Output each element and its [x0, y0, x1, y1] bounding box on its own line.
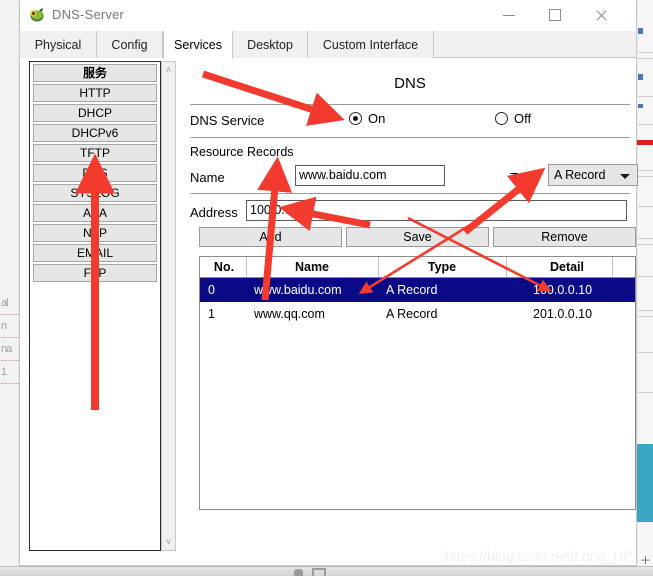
- tab-custom-interface[interactable]: Custom Interface: [308, 31, 434, 58]
- services-list-scrollbar[interactable]: ˄ ˅: [161, 61, 176, 551]
- add-button[interactable]: Add: [199, 227, 342, 247]
- minimize-icon: [503, 14, 515, 16]
- radio-on-label: On: [368, 111, 386, 126]
- sidebar-item-dhcp[interactable]: DHCP: [33, 104, 157, 122]
- scroll-down-icon[interactable]: ˅: [162, 535, 175, 549]
- sidebar-item-dns[interactable]: DNS: [33, 164, 157, 182]
- taskbar-dot-icon: [294, 569, 303, 576]
- sidebar-item-aaa[interactable]: AAA: [33, 204, 157, 222]
- page-title: DNS: [394, 75, 426, 92]
- sidebar-item-tftp[interactable]: TFTP: [33, 144, 157, 162]
- maximize-button[interactable]: [532, 0, 578, 30]
- dns-config-panel: DNS DNS Service On Off Resource Records …: [190, 61, 638, 510]
- tab-physical[interactable]: Physical: [20, 31, 97, 58]
- cell-type: A Record: [386, 307, 438, 321]
- close-icon: [595, 9, 608, 22]
- sidebar-item-syslog[interactable]: SYSLOG: [33, 184, 157, 202]
- resource-records-table[interactable]: No. Name Type Detail 0 www.baidu.com A R…: [199, 256, 636, 510]
- services-list-header: 服务: [33, 64, 157, 82]
- watermark: https://blog.csdn.net/Long_UP: [445, 548, 633, 564]
- cell-type: A Record: [386, 283, 438, 297]
- sidebar-item-email[interactable]: EMAIL: [33, 244, 157, 262]
- window-title: DNS-Server: [52, 7, 125, 22]
- packet-tracer-server-icon: [30, 8, 44, 22]
- tab-strip: Physical Config Services Desktop Custom …: [20, 31, 636, 59]
- chevron-down-icon: [620, 174, 630, 179]
- cell-no: 1: [208, 307, 215, 321]
- taskbar-square-icon: [312, 568, 326, 576]
- services-list: 服务 HTTP DHCP DHCPv6 TFTP DNS SYSLOG AAA …: [29, 61, 161, 551]
- column-header-no[interactable]: No.: [202, 257, 246, 277]
- scrollbar-thumb[interactable]: [162, 78, 175, 378]
- name-label: Name: [190, 170, 225, 185]
- minimize-button[interactable]: [486, 0, 532, 30]
- scroll-up-icon[interactable]: ˄: [162, 63, 175, 77]
- column-header-name[interactable]: Name: [246, 257, 378, 277]
- sidebar-item-http[interactable]: HTTP: [33, 84, 157, 102]
- sidebar-item-ntp[interactable]: NTP: [33, 224, 157, 242]
- maximize-icon: [549, 9, 561, 21]
- type-dropdown[interactable]: A Record: [548, 164, 638, 186]
- table-row[interactable]: 1 www.qq.com A Record 201.0.0.10: [200, 302, 635, 326]
- radio-on-icon[interactable]: [349, 112, 362, 125]
- dns-service-row: DNS Service On Off: [190, 105, 630, 137]
- radio-off-label: Off: [514, 111, 532, 126]
- background-taskbar: [0, 566, 653, 576]
- name-input[interactable]: www.baidu.com: [295, 165, 445, 186]
- address-row: Address 100.0.0.10: [190, 199, 630, 227]
- divider-name: [190, 193, 630, 194]
- resource-records-label: Resource Records: [190, 145, 294, 159]
- tab-config[interactable]: Config: [97, 31, 163, 58]
- cell-detail: 201.0.0.10: [533, 307, 593, 321]
- name-row: Name www.baidu.com Type A Record: [190, 163, 638, 193]
- remove-button[interactable]: Remove: [493, 227, 636, 247]
- screen: alnna1 效寸 ＋: [0, 0, 653, 576]
- address-input[interactable]: 100.0.0.10: [246, 200, 627, 221]
- tab-services[interactable]: Services: [163, 31, 233, 59]
- close-button[interactable]: [578, 0, 624, 30]
- cell-no: 0: [208, 283, 215, 297]
- address-label: Address: [190, 205, 238, 220]
- dns-service-on-option[interactable]: On: [349, 111, 385, 126]
- tab-desktop[interactable]: Desktop: [233, 31, 308, 58]
- cell-detail: 100.0.0.10: [533, 283, 593, 297]
- dns-server-window: DNS-Server Physical Config Services Desk…: [19, 0, 638, 566]
- dns-service-label: DNS Service: [190, 113, 265, 128]
- background-document-left: al n na 1: [0, 0, 20, 566]
- type-dropdown-value: A Record: [554, 168, 606, 182]
- background-teal-block: [637, 444, 653, 522]
- record-action-buttons: Add Save Remove: [190, 227, 636, 251]
- radio-off-icon[interactable]: [495, 112, 508, 125]
- column-header-detail[interactable]: Detail: [506, 257, 628, 277]
- title-bar: DNS-Server: [20, 0, 636, 31]
- table-header: No. Name Type Detail: [200, 257, 635, 278]
- type-label: Type: [510, 170, 539, 185]
- table-row[interactable]: 0 www.baidu.com A Record 100.0.0.10: [200, 278, 635, 302]
- column-header-type[interactable]: Type: [378, 257, 506, 277]
- background-left-text: al n na 1: [1, 292, 19, 384]
- dns-service-off-option[interactable]: Off: [495, 111, 531, 126]
- cell-name: www.baidu.com: [254, 283, 342, 297]
- cell-name: www.qq.com: [254, 307, 325, 321]
- sidebar-item-ftp[interactable]: FTP: [33, 264, 157, 282]
- save-button[interactable]: Save: [346, 227, 489, 247]
- sidebar-item-dhcpv6[interactable]: DHCPv6: [33, 124, 157, 142]
